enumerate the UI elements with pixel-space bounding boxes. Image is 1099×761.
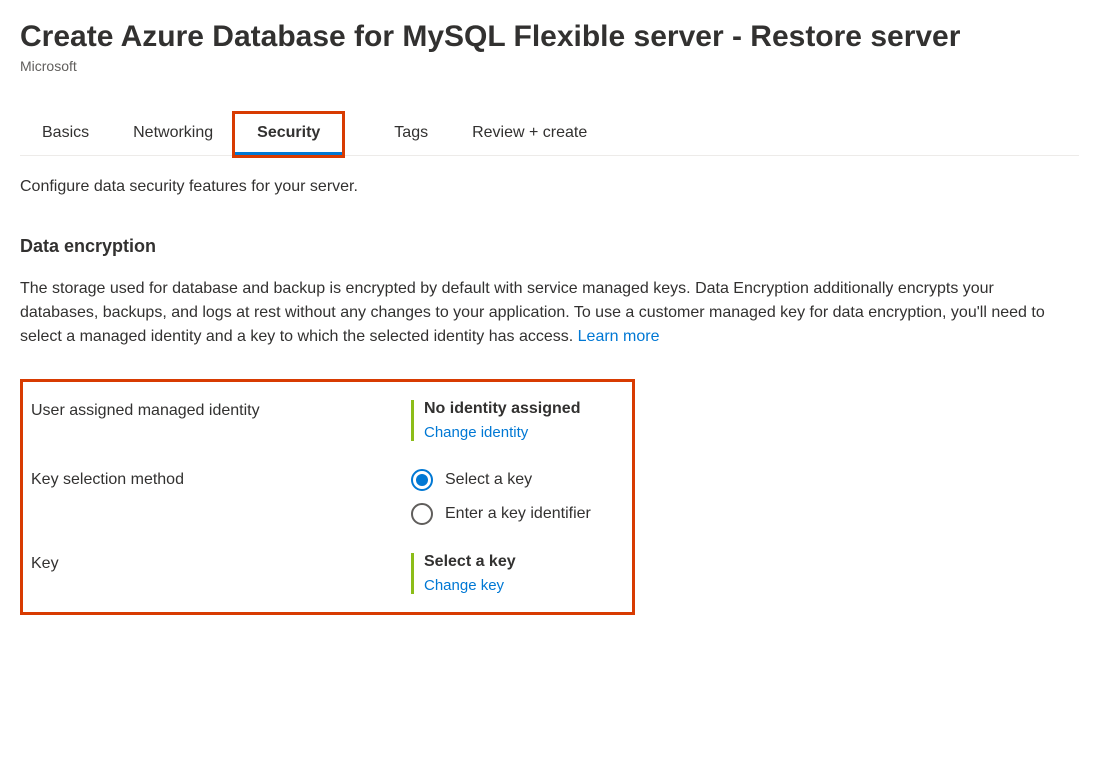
tab-tags[interactable]: Tags [372, 114, 450, 155]
tab-bar: Basics Networking Security Tags Review +… [20, 114, 1079, 156]
tab-review-create[interactable]: Review + create [450, 114, 609, 155]
form-row-identity: User assigned managed identity No identi… [31, 400, 616, 441]
label-key-method: Key selection method [31, 469, 411, 489]
section-description-text: The storage used for database and backup… [20, 280, 1045, 345]
radio-icon [411, 469, 433, 491]
identity-value: No identity assigned [424, 400, 616, 418]
section-heading-data-encryption: Data encryption [20, 236, 1079, 257]
page-title: Create Azure Database for MySQL Flexible… [20, 20, 1079, 54]
key-value-group: Select a key Change key [411, 553, 616, 594]
change-identity-link[interactable]: Change identity [424, 424, 616, 441]
tab-basics[interactable]: Basics [20, 114, 111, 155]
learn-more-link[interactable]: Learn more [578, 328, 660, 345]
identity-value-group: No identity assigned Change identity [411, 400, 616, 441]
highlight-box-form: User assigned managed identity No identi… [20, 379, 635, 615]
radio-select-key[interactable]: Select a key [411, 469, 616, 491]
label-key: Key [31, 553, 411, 573]
radio-label-enter-key-id: Enter a key identifier [445, 505, 591, 523]
label-identity: User assigned managed identity [31, 400, 411, 420]
form-row-key-method: Key selection method Select a key Enter … [31, 469, 616, 525]
section-description: The storage used for database and backup… [20, 277, 1060, 349]
change-key-link[interactable]: Change key [424, 577, 616, 594]
radio-dot-icon [416, 474, 428, 486]
radio-enter-key-identifier[interactable]: Enter a key identifier [411, 503, 616, 525]
radio-icon [411, 503, 433, 525]
key-value: Select a key [424, 553, 616, 571]
page-subtitle: Microsoft [20, 58, 1079, 74]
form-row-key: Key Select a key Change key [31, 553, 616, 594]
radio-label-select-key: Select a key [445, 471, 532, 489]
tab-networking[interactable]: Networking [111, 114, 235, 155]
radio-group-key-method: Select a key Enter a key identifier [411, 469, 616, 525]
tab-security[interactable]: Security [235, 114, 342, 155]
intro-text: Configure data security features for you… [20, 178, 1079, 196]
